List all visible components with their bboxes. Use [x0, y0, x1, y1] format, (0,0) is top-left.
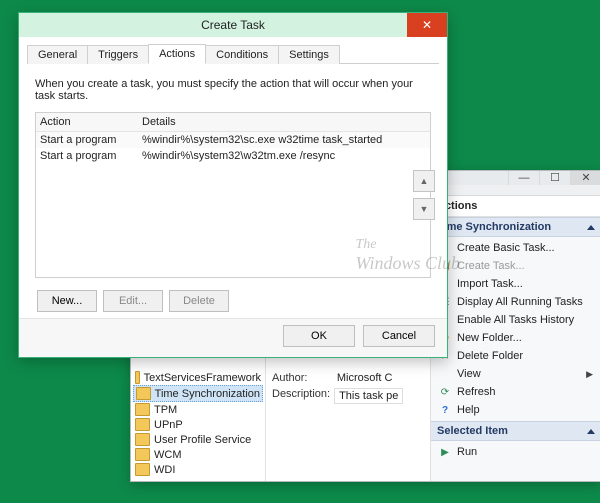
ok-button[interactable]: OK — [283, 325, 355, 347]
refresh-icon: ⟳ — [439, 386, 451, 398]
column-details: Details — [140, 116, 430, 128]
tree-item-label: TextServicesFramework — [144, 372, 261, 384]
tree-item-label: Time Synchronization — [155, 388, 260, 400]
tab-general[interactable]: General — [27, 45, 88, 64]
author-label: Author: — [272, 372, 307, 384]
actions-listbox[interactable]: Action Details Start a program%windir%\s… — [35, 112, 431, 278]
cell-action: Start a program — [36, 134, 140, 146]
action-display-all-running[interactable]: ☰Display All Running Tasks — [431, 293, 600, 311]
edit-button[interactable]: Edit... — [103, 290, 163, 312]
folder-icon — [135, 403, 150, 416]
maximize-button[interactable]: ☐ — [539, 171, 570, 185]
action-enable-history[interactable]: ✔Enable All Tasks History — [431, 311, 600, 329]
folder-icon — [135, 463, 150, 476]
cell-details: %windir%\system32\w32tm.exe /resync — [140, 150, 430, 162]
collapse-icon — [587, 429, 595, 434]
move-down-button[interactable]: ▼ — [413, 198, 435, 220]
dialog-title: Create Task — [19, 18, 447, 32]
move-up-button[interactable]: ▲ — [413, 170, 435, 192]
tab-conditions[interactable]: Conditions — [205, 45, 279, 64]
folder-icon — [135, 433, 150, 446]
actions-pane: Actions Time Synchronization ✦Create Bas… — [431, 196, 600, 481]
tree-item-label: WDI — [154, 464, 175, 476]
tab-settings[interactable]: Settings — [278, 45, 340, 64]
section-time-sync[interactable]: Time Synchronization — [431, 217, 600, 237]
actions-list: ✦Create Basic Task... ▦Create Task... Im… — [431, 237, 600, 421]
tab-actions[interactable]: Actions — [148, 44, 206, 64]
tabbar: General Triggers Actions Conditions Sett… — [27, 43, 439, 64]
folder-icon — [135, 418, 150, 431]
cell-action: Start a program — [36, 150, 140, 162]
section-selected-item[interactable]: Selected Item — [431, 421, 600, 441]
tree-item[interactable]: Time Synchronization — [133, 385, 263, 402]
tsw-close-button[interactable]: ✕ — [570, 171, 600, 185]
description-label: Description: — [272, 388, 330, 404]
action-create-basic-task[interactable]: ✦Create Basic Task... — [431, 239, 600, 257]
chevron-up-icon: ▲ — [420, 176, 429, 186]
tree-item-label: User Profile Service — [154, 434, 251, 446]
help-icon: ? — [439, 404, 451, 416]
tree-item-label: WCM — [154, 449, 182, 461]
tab-triggers[interactable]: Triggers — [87, 45, 149, 64]
tree-item[interactable]: User Profile Service — [133, 432, 263, 447]
selected-item-list: ▶Run — [431, 441, 600, 463]
section-time-sync-label: Time Synchronization — [437, 221, 551, 233]
tree-item[interactable]: TextServicesFramework — [133, 370, 263, 385]
action-create-task: ▦Create Task... — [431, 257, 600, 275]
tree-item[interactable]: WCM — [133, 447, 263, 462]
create-task-dialog: Create Task ✕ General Triggers Actions C… — [18, 12, 448, 358]
action-run[interactable]: ▶Run — [431, 443, 600, 461]
folder-icon — [135, 371, 140, 384]
cancel-button[interactable]: Cancel — [363, 325, 435, 347]
table-row[interactable]: Start a program%windir%\system32\sc.exe … — [36, 132, 430, 148]
delete-button[interactable]: Delete — [169, 290, 229, 312]
instruction-text: When you create a task, you must specify… — [27, 64, 439, 112]
submenu-arrow-icon: ▶ — [586, 369, 593, 380]
folder-icon — [135, 448, 150, 461]
table-row[interactable]: Start a program%windir%\system32\w32tm.e… — [36, 148, 430, 164]
tree-item[interactable]: WDI — [133, 462, 263, 477]
tree-item-label: TPM — [154, 404, 177, 416]
action-import-task[interactable]: Import Task... — [431, 275, 600, 293]
dialog-titlebar: Create Task ✕ — [19, 13, 447, 37]
column-action: Action — [36, 116, 140, 128]
action-view[interactable]: View▶ — [431, 365, 600, 383]
section-selected-item-label: Selected Item — [437, 425, 508, 437]
dialog-close-button[interactable]: ✕ — [407, 13, 447, 37]
actions-pane-header: Actions — [431, 196, 600, 217]
minimize-icon: — — [519, 172, 530, 184]
action-refresh[interactable]: ⟳Refresh — [431, 383, 600, 401]
play-icon: ▶ — [439, 446, 451, 458]
cell-details: %windir%\system32\sc.exe w32time task_st… — [140, 134, 430, 146]
action-new-folder[interactable]: ✚New Folder... — [431, 329, 600, 347]
close-icon: ✕ — [581, 171, 590, 184]
tree-item[interactable]: TPM — [133, 402, 263, 417]
minimize-button[interactable]: — — [508, 171, 539, 185]
view-icon — [439, 368, 451, 380]
close-icon: ✕ — [422, 18, 432, 32]
description-value: This task pe — [334, 388, 403, 404]
tree-item[interactable]: UPnP — [133, 417, 263, 432]
author-value: Microsoft C — [337, 372, 393, 384]
new-button[interactable]: New... — [37, 290, 97, 312]
chevron-down-icon: ▼ — [420, 204, 429, 214]
collapse-icon — [587, 225, 595, 230]
tree-item-label: UPnP — [154, 419, 183, 431]
maximize-icon: ☐ — [550, 171, 560, 184]
folder-icon — [136, 387, 151, 400]
action-delete-folder[interactable]: ✕Delete Folder — [431, 347, 600, 365]
action-help[interactable]: ?Help — [431, 401, 600, 419]
